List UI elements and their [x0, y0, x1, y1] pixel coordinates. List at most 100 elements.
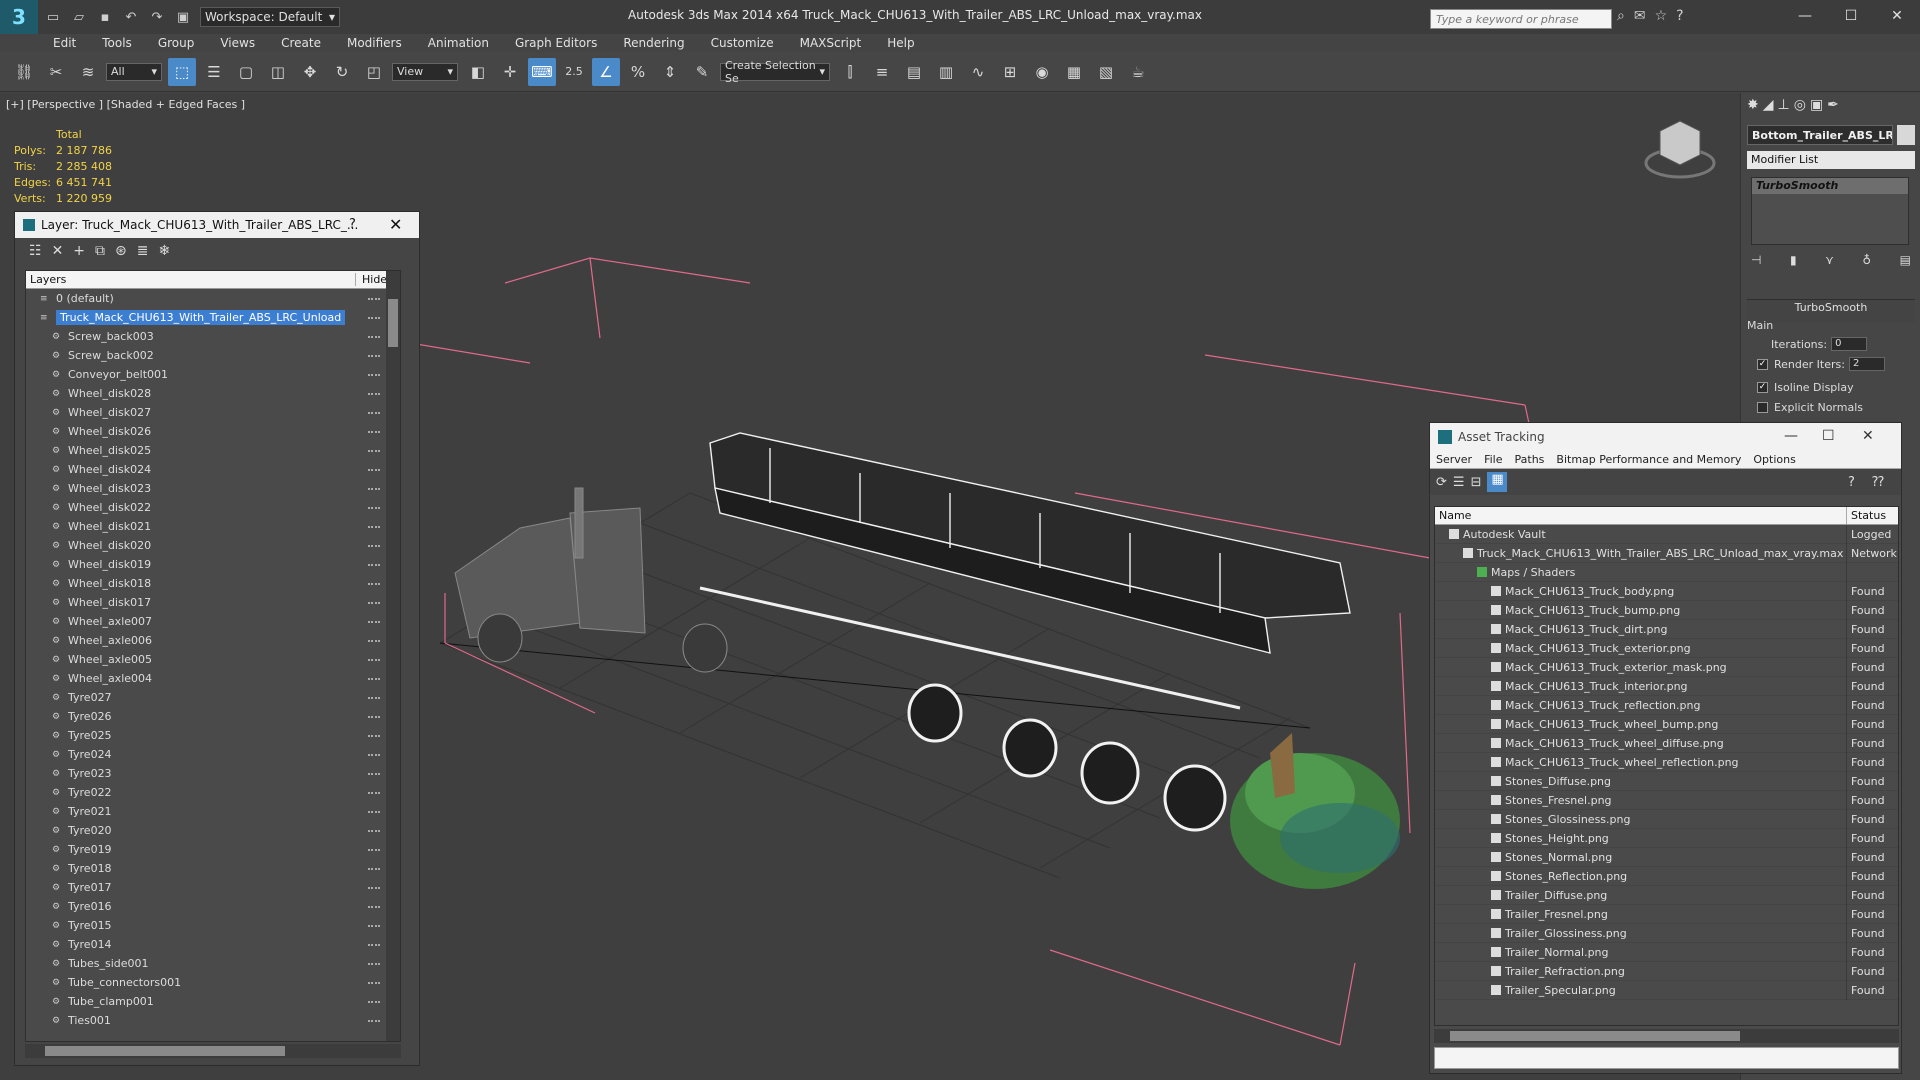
- explicit-normals-checkbox[interactable]: [1757, 402, 1768, 413]
- asset-row[interactable]: Stones_Diffuse.png Found: [1435, 771, 1898, 791]
- layer-row[interactable]: ⚙ Wheel_disk021: [26, 517, 400, 536]
- asset-row[interactable]: Mack_CHU613_Truck_reflection.png Found: [1435, 695, 1898, 715]
- reference-coordinate-dropdown[interactable]: View ▾: [392, 62, 458, 81]
- graphite-ribbon-icon[interactable]: ▥: [932, 58, 960, 86]
- asset-row[interactable]: Stones_Normal.png Found: [1435, 847, 1898, 867]
- asset-row[interactable]: Mack_CHU613_Truck_wheel_diffuse.png Found: [1435, 733, 1898, 753]
- asset-horizontal-scrollbar[interactable]: [1434, 1029, 1899, 1043]
- hide-toggle[interactable]: [368, 849, 380, 851]
- layer-row[interactable]: ⚙ Tubes_side001: [26, 954, 400, 973]
- hide-toggle[interactable]: [368, 640, 380, 642]
- create-tab-icon[interactable]: ✸: [1747, 97, 1759, 115]
- hide-toggle[interactable]: [368, 925, 380, 927]
- minimize-button[interactable]: —: [1782, 0, 1828, 32]
- configure-modifier-sets-icon[interactable]: ▤: [1900, 253, 1911, 267]
- column-hide[interactable]: Hide: [356, 273, 387, 286]
- pin-stack-icon[interactable]: ⊣: [1751, 253, 1761, 267]
- column-status[interactable]: Status: [1847, 507, 1886, 524]
- menu-views[interactable]: Views: [220, 34, 255, 52]
- asset-row[interactable]: Mack_CHU613_Truck_exterior.png Found: [1435, 638, 1898, 658]
- percent-snap-icon[interactable]: %: [624, 58, 652, 86]
- menu-edit[interactable]: Edit: [53, 34, 76, 52]
- keyboard-shortcut-override-icon[interactable]: ⌨: [528, 57, 556, 86]
- column-layers[interactable]: Layers: [26, 273, 356, 286]
- layer-row[interactable]: ⚙ Tyre025: [26, 726, 400, 745]
- freeze-all-icon[interactable]: ❄: [159, 243, 171, 259]
- workspace-dropdown[interactable]: Workspace: Default ▾: [200, 7, 340, 27]
- layer-row[interactable]: ⚙ Tyre015: [26, 916, 400, 935]
- render-iters-spinner[interactable]: 2: [1848, 357, 1885, 371]
- hide-toggle[interactable]: [368, 697, 380, 699]
- minimize-button[interactable]: —: [1784, 428, 1798, 444]
- asset-row[interactable]: Stones_Glossiness.png Found: [1435, 809, 1898, 829]
- layer-row[interactable]: ⚙ Screw_back002: [26, 346, 400, 365]
- viewport-label[interactable]: [+] [Perspective ] [Shaded + Edged Faces…: [6, 98, 245, 111]
- asset-row[interactable]: Trailer_Glossiness.png Found: [1435, 923, 1898, 943]
- layer-row[interactable]: ⚙ Tyre023: [26, 764, 400, 783]
- undo-icon[interactable]: ↶: [120, 6, 142, 28]
- link-icon[interactable]: ⛓: [10, 58, 38, 86]
- hide-toggle[interactable]: [368, 412, 380, 414]
- context-help-icon[interactable]: ⁇: [1872, 475, 1884, 490]
- communication-icon[interactable]: ✉: [1634, 8, 1646, 24]
- star-icon[interactable]: ☆: [1655, 8, 1668, 24]
- hide-toggle[interactable]: [368, 583, 380, 585]
- help-icon[interactable]: ?: [1848, 475, 1855, 490]
- tree-view-icon[interactable]: ⊟: [1471, 475, 1482, 490]
- asset-row[interactable]: Truck_Mack_CHU613_With_Trailer_ABS_LRC_U…: [1435, 543, 1898, 563]
- hide-toggle[interactable]: [368, 526, 380, 528]
- select-by-name-icon[interactable]: ☰: [200, 58, 228, 86]
- object-color-swatch[interactable]: [1897, 125, 1915, 145]
- refresh-icon[interactable]: ⟳: [1436, 475, 1447, 490]
- hide-toggle[interactable]: [368, 773, 380, 775]
- pivot-center-icon[interactable]: ◧: [464, 58, 492, 86]
- asset-path-field[interactable]: [1434, 1047, 1899, 1069]
- menu-create[interactable]: Create: [281, 34, 321, 52]
- named-selection-dropdown[interactable]: Create Selection Se ▾: [720, 59, 830, 85]
- menu-animation[interactable]: Animation: [428, 34, 489, 52]
- new-file-icon[interactable]: ▭: [42, 6, 64, 28]
- layer-row[interactable]: ⚙ Tube_connectors001: [26, 973, 400, 992]
- menu-file[interactable]: File: [1484, 451, 1502, 468]
- menu-group[interactable]: Group: [158, 34, 195, 52]
- hide-toggle[interactable]: [368, 735, 380, 737]
- layer-row[interactable]: ⚙ Screw_back003: [26, 327, 400, 346]
- hide-toggle[interactable]: [368, 431, 380, 433]
- layer-row[interactable]: ⚙ Wheel_disk023: [26, 479, 400, 498]
- scrollbar-thumb[interactable]: [45, 1046, 285, 1056]
- hide-toggle[interactable]: [368, 298, 380, 300]
- select-objects-icon[interactable]: ⧉: [95, 243, 105, 259]
- menu-help[interactable]: Help: [887, 34, 914, 52]
- menu-graph-editors[interactable]: Graph Editors: [515, 34, 597, 52]
- menu-bitmap-performance[interactable]: Bitmap Performance and Memory: [1556, 451, 1741, 468]
- hide-toggle[interactable]: [368, 355, 380, 357]
- layer-row[interactable]: ⚙ Wheel_disk020: [26, 536, 400, 555]
- layer-row[interactable]: ⚙ Wheel_disk028: [26, 384, 400, 403]
- layer-row[interactable]: ⚙ Tyre024: [26, 745, 400, 764]
- layer-vertical-scrollbar[interactable]: [386, 271, 400, 1041]
- snaps-toggle-icon[interactable]: 2.5: [560, 58, 588, 86]
- layer-row[interactable]: ⚙ Tyre016: [26, 897, 400, 916]
- layer-row[interactable]: ⚙ Wheel_axle007: [26, 612, 400, 631]
- remove-modifier-icon[interactable]: ♁: [1862, 253, 1871, 267]
- redo-icon[interactable]: ↷: [146, 6, 168, 28]
- bind-space-warp-icon[interactable]: ≋: [74, 58, 102, 86]
- highlight-layer-icon[interactable]: ⊛: [115, 243, 127, 259]
- hide-toggle[interactable]: [368, 716, 380, 718]
- layer-row[interactable]: ⚙ Wheel_disk027: [26, 403, 400, 422]
- menu-modifiers[interactable]: Modifiers: [347, 34, 402, 52]
- mirror-icon[interactable]: ⫿: [836, 58, 864, 86]
- asset-row[interactable]: Stones_Fresnel.png Found: [1435, 790, 1898, 810]
- iterations-spinner[interactable]: 0: [1831, 337, 1868, 351]
- modify-tab-icon[interactable]: ◢: [1763, 97, 1774, 115]
- align-icon[interactable]: ≡: [868, 58, 896, 86]
- asset-row[interactable]: Trailer_Fresnel.png Found: [1435, 904, 1898, 924]
- hide-toggle[interactable]: [368, 545, 380, 547]
- layer-row[interactable]: ⚙ Wheel_disk022: [26, 498, 400, 517]
- make-unique-icon[interactable]: ⋎: [1825, 253, 1834, 267]
- menu-rendering[interactable]: Rendering: [623, 34, 684, 52]
- display-tab-icon[interactable]: ▣: [1810, 97, 1823, 115]
- add-to-layer-icon[interactable]: +: [73, 243, 85, 259]
- layer-row[interactable]: ⚙ Tyre014: [26, 935, 400, 954]
- asset-row[interactable]: Mack_CHU613_Truck_bump.png Found: [1435, 600, 1898, 620]
